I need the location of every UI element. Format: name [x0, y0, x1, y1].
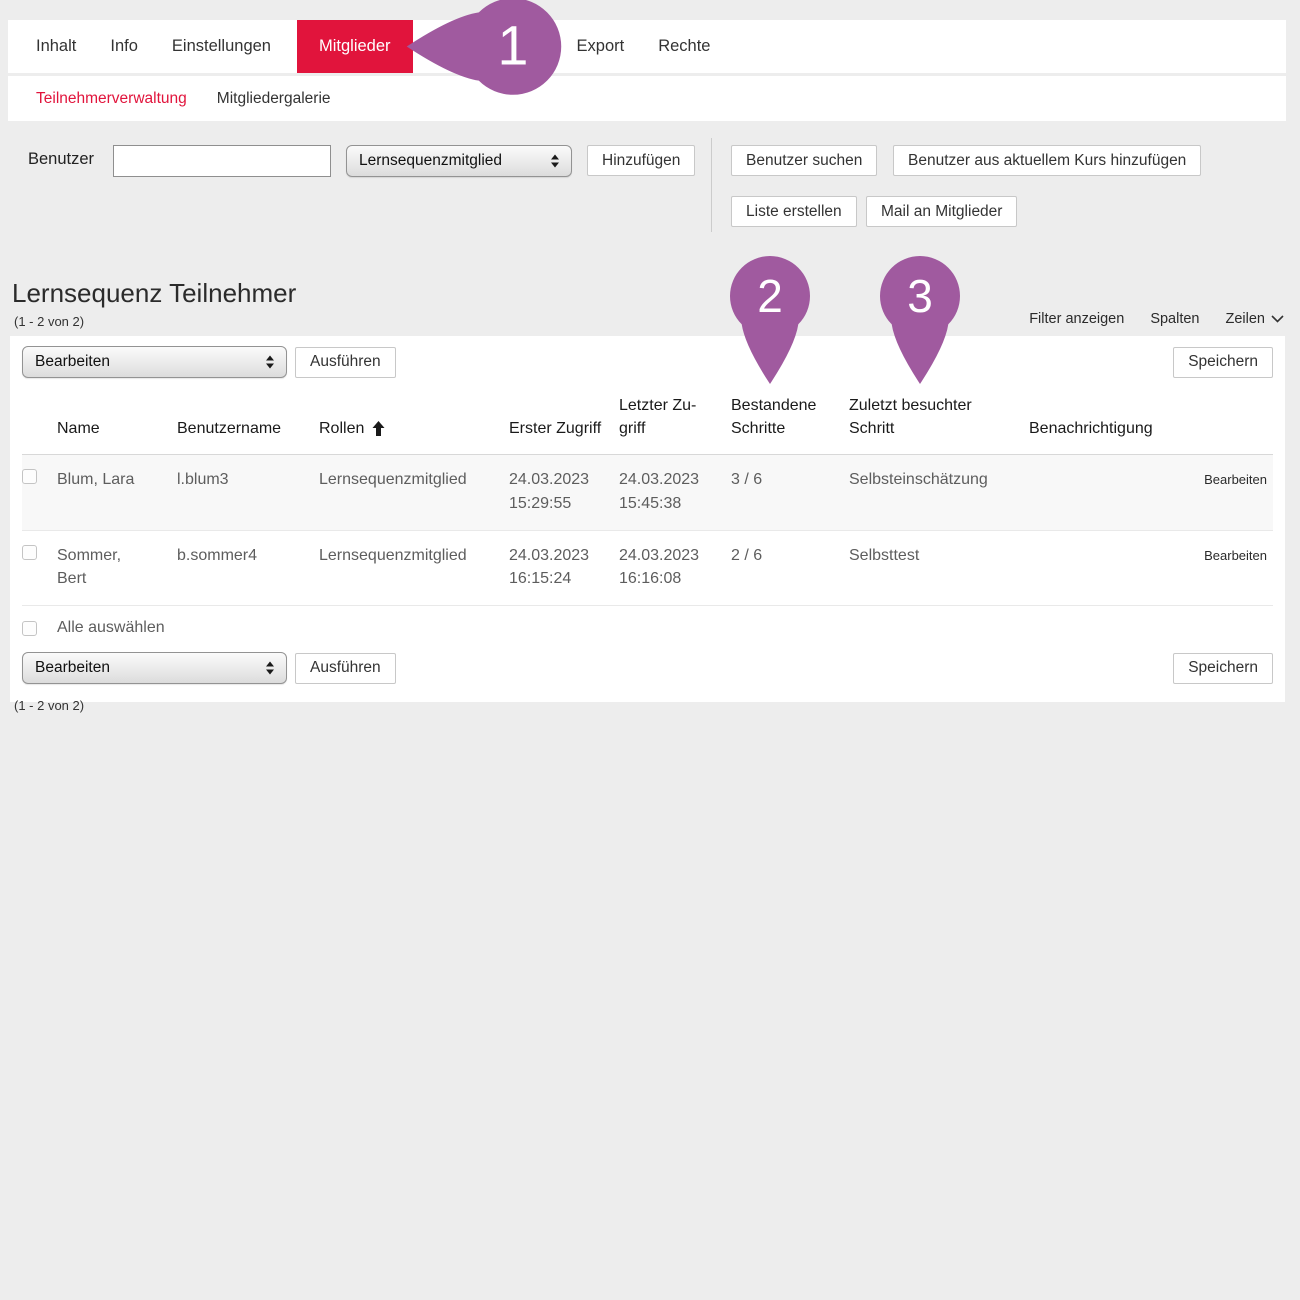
cell-passed-steps: 2 / 6	[731, 530, 849, 605]
cell-notification	[1029, 530, 1179, 605]
header-row: Name Benutzername Rollen Erster Zu­griff…	[22, 388, 1273, 455]
cell-role: Lernsequenzmitglied	[319, 530, 509, 605]
members-table-panel: Bearbeiten Ausführen Speichern Name Benu…	[10, 336, 1285, 702]
benutzer-suchen-button[interactable]: Benutzer suchen	[731, 145, 877, 176]
role-select[interactable]: Lernsequenzmitglied	[346, 145, 572, 177]
annotation-pin-2: 2	[729, 254, 811, 386]
zeilen-link-label: Zeilen	[1226, 311, 1266, 327]
ausfuehren-button-top[interactable]: Ausführen	[295, 347, 396, 378]
col-header-erster-zugriff[interactable]: Erster Zu­griff	[509, 388, 619, 455]
row-bearbeiten-link[interactable]: Bearbeiten	[1204, 472, 1267, 487]
speichern-button-top[interactable]: Speichern	[1173, 347, 1273, 378]
table-links: Filter anzeigen Spalten Zeilen	[1029, 311, 1284, 327]
select-all-checkbox[interactable]	[22, 621, 37, 636]
result-count-bottom: (1 - 2 von 2)	[14, 698, 84, 713]
ausfuehren-button-bottom[interactable]: Ausführen	[295, 653, 396, 684]
page: Inhalt Info Einstellungen Mitglieder Exp…	[0, 0, 1300, 1300]
benutzer-label: Benutzer	[28, 150, 94, 169]
cell-username: l.blum3	[177, 455, 319, 530]
liste-erstellen-button[interactable]: Liste erstellen	[731, 196, 857, 227]
result-count-top: (1 - 2 von 2)	[14, 314, 84, 329]
cell-role: Lernsequenzmitglied	[319, 455, 509, 530]
cell-name: Sommer, Bert	[57, 530, 177, 605]
col-header-actions	[1179, 388, 1273, 455]
cell-last-access: 24.03.2023 15:45:38	[619, 455, 731, 530]
cell-name: Blum, Lara	[57, 455, 177, 530]
subnav-item-teilnehmerverwaltung[interactable]: Teilnehmerverwaltung	[28, 90, 195, 108]
benutzer-input[interactable]	[113, 145, 331, 177]
zeilen-link[interactable]: Zeilen	[1226, 311, 1285, 327]
col-header-name[interactable]: Name	[57, 388, 177, 455]
nav-item-rechte[interactable]: Rechte	[650, 20, 718, 73]
annotation-pin-3-number: 3	[907, 270, 933, 322]
select-arrows-icon	[551, 155, 559, 168]
sub-navbar: Teilnehmerverwaltung Mitgliedergalerie	[8, 76, 1286, 121]
chevron-down-icon	[1271, 315, 1284, 323]
select-all-label: Alle auswählen	[57, 619, 165, 637]
sort-ascending-icon	[372, 421, 385, 436]
col-header-benachrichtigung[interactable]: Benachrichtigung	[1029, 388, 1179, 455]
bulk-action-select-bottom[interactable]: Bearbeiten	[22, 652, 287, 684]
cell-passed-steps: 3 / 6	[731, 455, 849, 530]
cell-first-access: 24.03.2023 16:15:24	[509, 530, 619, 605]
select-arrows-icon	[266, 662, 274, 675]
annotation-pin-3: 3	[879, 254, 961, 386]
col-header-benutzername[interactable]: Benutzername	[177, 388, 319, 455]
members-table: Name Benutzername Rollen Erster Zu­griff…	[22, 388, 1273, 606]
bulk-action-select-bottom-value: Bearbeiten	[35, 659, 110, 677]
subnav-item-mitgliedergalerie[interactable]: Mitgliedergalerie	[209, 90, 339, 108]
bulk-action-select-top[interactable]: Bearbeiten	[22, 346, 287, 378]
bulk-action-select-top-value: Bearbeiten	[35, 353, 110, 371]
row-checkbox[interactable]	[22, 469, 37, 484]
header-checkbox-spacer	[22, 388, 57, 455]
col-header-rollen-label: Rollen	[319, 417, 364, 440]
col-header-bestandene-schritte[interactable]: Bestandene Schritte	[731, 388, 849, 455]
row-bearbeiten-link[interactable]: Bearbeiten	[1204, 548, 1267, 563]
form-divider	[711, 138, 712, 232]
filter-anzeigen-link[interactable]: Filter anzeigen	[1029, 311, 1124, 327]
table-toolbar-top: Bearbeiten Ausführen Speichern	[10, 336, 1285, 384]
cell-last-visited-step: Selbsttest	[849, 530, 1029, 605]
cell-first-access: 24.03.2023 15:29:55	[509, 455, 619, 530]
select-arrows-icon	[266, 356, 274, 369]
select-all-row: Alle auswählen	[10, 606, 1285, 650]
spalten-link[interactable]: Spalten	[1150, 311, 1199, 327]
table-toolbar-bottom: Bearbeiten Ausführen Speichern	[10, 650, 1285, 690]
cell-username: b.sommer4	[177, 530, 319, 605]
annotation-pin-2-number: 2	[757, 270, 783, 322]
table-row: Sommer, Bert b.sommer4 Lernsequenzmitgli…	[22, 530, 1273, 605]
col-header-zuletzt-besuchter-schritt[interactable]: Zuletzt besuchter Schritt	[849, 388, 1029, 455]
cell-last-visited-step: Selbsteinschätzung	[849, 455, 1029, 530]
annotation-pin-1-number: 1	[498, 15, 529, 77]
table-row: Blum, Lara l.blum3 Lernsequenzmitglied 2…	[22, 455, 1273, 530]
col-header-rollen[interactable]: Rollen	[319, 388, 509, 455]
annotation-pin-1: 1	[404, 0, 564, 96]
benutzer-aus-kurs-button[interactable]: Benutzer aus aktuellem Kurs hinzufügen	[893, 145, 1201, 176]
speichern-button-bottom[interactable]: Speichern	[1173, 653, 1273, 684]
nav-item-einstellungen[interactable]: Einstellungen	[164, 20, 279, 73]
hinzufuegen-button[interactable]: Hinzufügen	[587, 145, 695, 176]
nav-item-mitglieder[interactable]: Mitglieder	[297, 20, 413, 73]
nav-item-export[interactable]: Export	[569, 20, 633, 73]
page-title: Lernsequenz Teilnehmer	[12, 278, 296, 309]
mail-an-mitglieder-button[interactable]: Mail an Mitglieder	[866, 196, 1017, 227]
nav-item-inhalt[interactable]: Inhalt	[28, 20, 84, 73]
top-navbar: Inhalt Info Einstellungen Mitglieder Exp…	[8, 20, 1286, 73]
cell-last-access: 24.03.2023 16:16:08	[619, 530, 731, 605]
role-select-value: Lernsequenzmitglied	[359, 152, 502, 170]
cell-notification	[1029, 455, 1179, 530]
nav-item-info[interactable]: Info	[102, 20, 146, 73]
col-header-letzter-zugriff[interactable]: Letzter Zu­griff	[619, 388, 731, 455]
row-checkbox[interactable]	[22, 545, 37, 560]
